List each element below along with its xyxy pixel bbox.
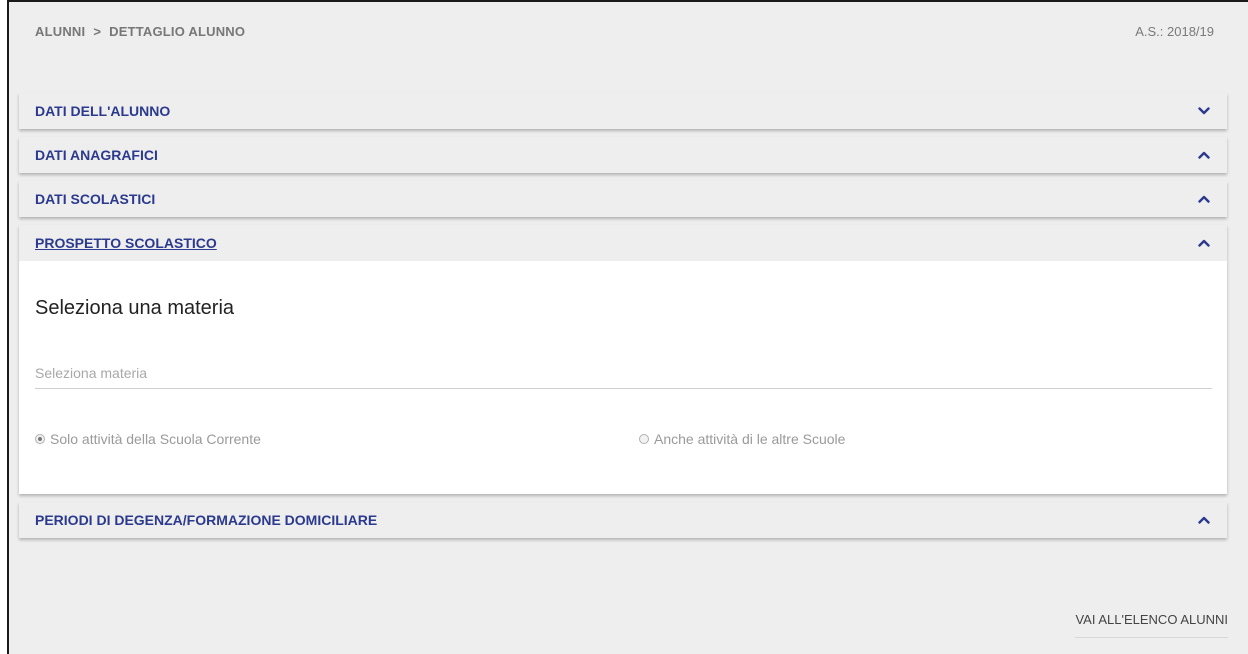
- panel-header-periodi-degenza[interactable]: PERIODI DI DEGENZA/FORMAZIONE DOMICILIAR…: [19, 502, 1227, 538]
- panel-periodi-degenza: PERIODI DI DEGENZA/FORMAZIONE DOMICILIAR…: [19, 502, 1227, 538]
- radio-option-other-schools[interactable]: Anche attività di le altre Scuole: [639, 431, 845, 447]
- subject-select-input[interactable]: [35, 358, 1212, 389]
- chevron-up-icon[interactable]: [1197, 513, 1211, 527]
- chevron-down-icon[interactable]: [1197, 104, 1211, 118]
- radio-unchecked-icon[interactable]: [639, 434, 649, 444]
- radio-label: Anche attività di le altre Scuole: [654, 431, 846, 447]
- panel-header-dati-alunno[interactable]: DATI DELL'ALUNNO: [19, 93, 1227, 129]
- panel-title-link[interactable]: PROSPETTO SCOLASTICO: [35, 235, 217, 251]
- panel-title: DATI DELL'ALUNNO: [35, 103, 171, 119]
- panel-title: PERIODI DI DEGENZA/FORMAZIONE DOMICILIAR…: [35, 512, 378, 528]
- chevron-up-icon[interactable]: [1197, 148, 1211, 162]
- breadcrumb-item-alunni[interactable]: ALUNNI: [35, 24, 85, 39]
- school-year-label: A.S.: 2018/19: [1135, 24, 1214, 39]
- back-to-student-list-link[interactable]: VAI ALL'ELENCO ALUNNI: [1075, 612, 1228, 638]
- radio-label: Solo attività della Scuola Corrente: [50, 431, 261, 447]
- radio-option-current-school[interactable]: Solo attività della Scuola Corrente: [35, 431, 261, 447]
- breadcrumb-item-dettaglio-alunno: DETTAGLIO ALUNNO: [109, 24, 246, 39]
- chevron-up-icon[interactable]: [1197, 236, 1211, 250]
- panel-body-prospetto: Seleziona una materia Solo attività dell…: [19, 261, 1227, 494]
- select-subject-heading: Seleziona una materia: [35, 297, 235, 319]
- breadcrumb: ALUNNI > DETTAGLIO ALUNNO: [35, 24, 245, 39]
- panel-header-prospetto-scolastico[interactable]: PROSPETTO SCOLASTICO: [19, 225, 1227, 261]
- panel-header-dati-anagrafici[interactable]: DATI ANAGRAFICI: [19, 137, 1227, 173]
- app-frame: ALUNNI > DETTAGLIO ALUNNO A.S.: 2018/19 DA…: [7, 0, 1248, 654]
- chevron-up-icon[interactable]: [1197, 192, 1211, 206]
- panel-dati-alunno: DATI DELL'ALUNNO: [19, 93, 1227, 129]
- panel-title: DATI SCOLASTICI: [35, 191, 156, 207]
- panel-prospetto-scolastico: PROSPETTO SCOLASTICO Seleziona una mater…: [19, 225, 1227, 494]
- panel-title: DATI ANAGRAFICI: [35, 147, 158, 163]
- radio-checked-icon[interactable]: [35, 434, 45, 444]
- panel-dati-scolastici: DATI SCOLASTICI: [19, 181, 1227, 217]
- panel-dati-anagrafici: DATI ANAGRAFICI: [19, 137, 1227, 173]
- breadcrumb-separator: >: [93, 24, 102, 39]
- panel-header-dati-scolastici[interactable]: DATI SCOLASTICI: [19, 181, 1227, 217]
